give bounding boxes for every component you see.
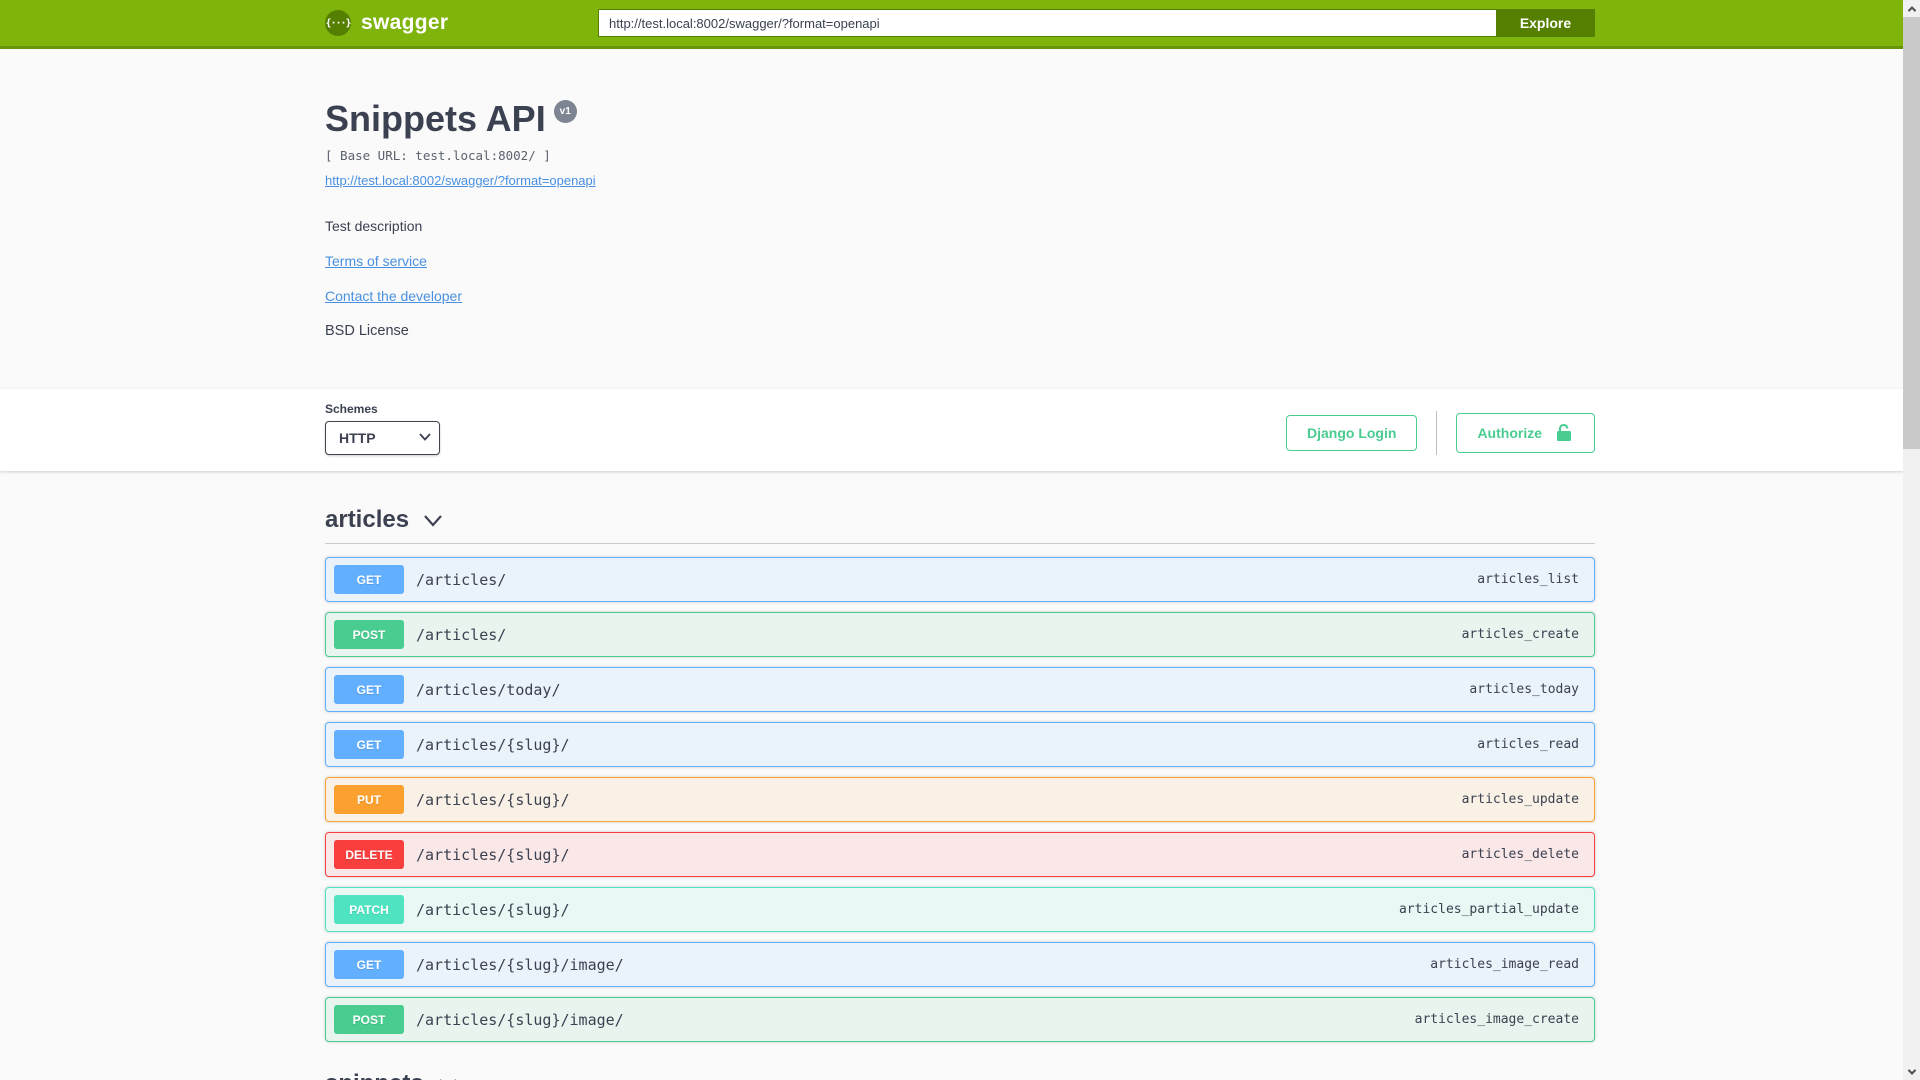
scrollbar bbox=[1903, 0, 1920, 1080]
method-badge: POST bbox=[334, 620, 404, 649]
schemes-block: Schemes HTTP bbox=[325, 402, 440, 455]
swagger-logo-text: swagger bbox=[361, 11, 449, 34]
api-title-text: Snippets API bbox=[325, 98, 546, 139]
operation-path: /articles/ bbox=[416, 625, 507, 644]
operation-id: articles_partial_update bbox=[1398, 902, 1579, 917]
operations-area: articles GET /articles/ articles_list PO… bbox=[325, 471, 1595, 1080]
operation-id: articles_today bbox=[1469, 682, 1579, 697]
method-badge: DELETE bbox=[334, 840, 404, 869]
method-badge: POST bbox=[334, 1005, 404, 1034]
operation-id: articles_update bbox=[1461, 792, 1579, 807]
method-badge: GET bbox=[334, 730, 404, 759]
operation-id: articles_read bbox=[1477, 737, 1579, 752]
operation-row[interactable]: PUT /articles/{slug}/ articles_update bbox=[325, 777, 1595, 822]
method-badge: PUT bbox=[334, 785, 404, 814]
version-badge: v1 bbox=[553, 100, 577, 123]
authorize-button[interactable]: Authorize bbox=[1456, 412, 1595, 453]
page-title: Snippets API v1 bbox=[325, 98, 1595, 140]
license-text: BSD License bbox=[325, 323, 409, 339]
scroll-up-arrow-icon[interactable] bbox=[1903, 0, 1920, 17]
section-title: snippets bbox=[325, 1070, 424, 1080]
operation-path: /articles/{slug}/ bbox=[416, 790, 570, 809]
explore-form: Explore bbox=[598, 9, 1595, 37]
base-url: [ Base URL: test.local:8002/ ] bbox=[325, 148, 551, 163]
topbar: {···} swagger Explore bbox=[0, 0, 1920, 49]
operation-row[interactable]: PATCH /articles/{slug}/ articles_partial… bbox=[325, 887, 1595, 932]
spec-link[interactable]: http://test.local:8002/swagger/?format=o… bbox=[325, 173, 596, 188]
method-badge: GET bbox=[334, 675, 404, 704]
operation-path: /articles/{slug}/ bbox=[416, 845, 570, 864]
operation-row[interactable]: GET /articles/{slug}/image/ articles_ima… bbox=[325, 942, 1595, 987]
method-badge: PATCH bbox=[334, 895, 404, 924]
operation-id: articles_delete bbox=[1461, 847, 1579, 862]
swagger-logo: {···} swagger bbox=[325, 10, 448, 36]
schemes-select[interactable]: HTTP bbox=[325, 421, 440, 455]
method-badge: GET bbox=[334, 565, 404, 594]
authorize-label: Authorize bbox=[1477, 424, 1542, 441]
operation-id: articles_image_create bbox=[1414, 1012, 1579, 1027]
operation-path: /articles/{slug}/ bbox=[416, 735, 570, 754]
auth-wrapper: Django Login Authorize bbox=[1286, 410, 1595, 455]
operation-row[interactable]: GET /articles/today/ articles_today bbox=[325, 667, 1595, 712]
chevron-down-icon bbox=[424, 514, 442, 527]
scroll-down-arrow-icon[interactable] bbox=[1903, 1063, 1920, 1080]
api-description: Test description bbox=[325, 218, 423, 234]
operation-id: articles_create bbox=[1461, 627, 1579, 642]
unlock-icon bbox=[1557, 423, 1571, 441]
api-section: snippets GET /snippets/ snippets_list bbox=[325, 1065, 1595, 1080]
contact-developer-link[interactable]: Contact the developer bbox=[325, 288, 462, 304]
operation-row[interactable]: GET /articles/{slug}/ articles_read bbox=[325, 722, 1595, 767]
operation-path: /articles/{slug}/image/ bbox=[416, 955, 624, 974]
operation-path: /articles/{slug}/ bbox=[416, 900, 570, 919]
api-section: articles GET /articles/ articles_list PO… bbox=[325, 501, 1595, 1042]
operation-path: /articles/ bbox=[416, 570, 507, 589]
operation-row[interactable]: GET /articles/ articles_list bbox=[325, 557, 1595, 602]
section-header[interactable]: articles bbox=[325, 501, 1595, 544]
scheme-container: Schemes HTTP Django Login Authorize bbox=[0, 389, 1920, 471]
operation-row[interactable]: POST /articles/{slug}/image/ articles_im… bbox=[325, 997, 1595, 1042]
django-login-button[interactable]: Django Login bbox=[1286, 414, 1418, 451]
operation-row[interactable]: DELETE /articles/{slug}/ articles_delete bbox=[325, 832, 1595, 877]
operation-path: /articles/{slug}/image/ bbox=[416, 1010, 624, 1029]
operation-id: articles_image_read bbox=[1430, 957, 1579, 972]
operation-path: /articles/today/ bbox=[416, 680, 561, 699]
section-header[interactable]: snippets bbox=[325, 1065, 1595, 1080]
django-login-label: Django Login bbox=[1307, 424, 1397, 441]
spec-url-input[interactable] bbox=[598, 9, 1496, 37]
scrollbar-thumb[interactable] bbox=[1903, 17, 1920, 449]
operation-id: articles_list bbox=[1477, 572, 1579, 587]
explore-button[interactable]: Explore bbox=[1496, 9, 1595, 37]
schemes-label: Schemes bbox=[325, 402, 378, 416]
section-title: articles bbox=[325, 506, 410, 533]
operation-row[interactable]: POST /articles/ articles_create bbox=[325, 612, 1595, 657]
info-section: Snippets API v1 [ Base URL: test.local:8… bbox=[0, 49, 1920, 389]
swagger-logo-icon: {···} bbox=[325, 10, 352, 36]
auth-divider bbox=[1436, 410, 1438, 455]
method-badge: GET bbox=[334, 950, 404, 979]
terms-of-service-link[interactable]: Terms of service bbox=[325, 253, 427, 269]
